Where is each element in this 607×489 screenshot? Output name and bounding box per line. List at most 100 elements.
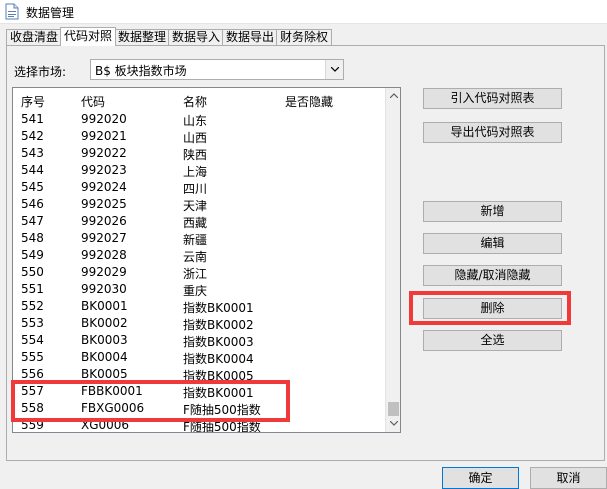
table-row[interactable]: 546 992025 天津 bbox=[13, 196, 385, 213]
market-select-value: B$ 板块指数市场 bbox=[95, 64, 187, 78]
cell-code: BK0005 bbox=[81, 367, 128, 381]
export-mapping-button[interactable]: 导出代码对照表 bbox=[423, 122, 562, 143]
cell-code: FBBK0001 bbox=[81, 384, 143, 398]
cell-name: 陕西 bbox=[183, 148, 208, 162]
cell-code: 992030 bbox=[81, 282, 127, 296]
table-row[interactable]: 541 992020 山东 bbox=[13, 111, 385, 128]
cell-code: 992021 bbox=[81, 129, 127, 143]
table-row[interactable]: 553 BK0002 指数BK0002 bbox=[13, 315, 385, 332]
cell-name: 新疆 bbox=[183, 233, 208, 247]
toggle-hide-button[interactable]: 隐藏/取消隐藏 bbox=[423, 265, 562, 286]
scroll-down-icon[interactable] bbox=[386, 416, 400, 432]
table-row[interactable]: 555 BK0004 指数BK0004 bbox=[13, 349, 385, 366]
table-row[interactable]: 550 992029 浙江 bbox=[13, 264, 385, 281]
scroll-up-icon[interactable] bbox=[386, 88, 400, 104]
import-mapping-button[interactable]: 引入代码对照表 bbox=[423, 88, 562, 109]
code-mapping-list[interactable]: 序号 代码 名称 是否隐藏 541 992020 山东 542 992021 山西 543 9… bbox=[12, 87, 401, 433]
cell-name: 西藏 bbox=[183, 216, 208, 230]
cell-code: 992027 bbox=[81, 231, 127, 245]
list-header: 序号 代码 名称 是否隐藏 bbox=[13, 88, 385, 110]
list-body: 541 992020 山东 542 992021 山西 543 992022 陕西 544 9920… bbox=[13, 111, 385, 432]
table-row[interactable]: 554 BK0003 指数BK0003 bbox=[13, 332, 385, 349]
cell-no: 548 bbox=[21, 231, 44, 245]
cell-code: FBXG0006 bbox=[81, 401, 145, 415]
cell-code: 992026 bbox=[81, 214, 127, 228]
table-row[interactable]: 552 BK0001 指数BK0001 bbox=[13, 298, 385, 315]
header-hidden[interactable]: 是否隐藏 bbox=[285, 93, 333, 110]
tab-code-mapping[interactable]: 代码对照 bbox=[60, 27, 117, 46]
cell-name: 指数BK0001 bbox=[183, 301, 254, 315]
cell-code: XG0006 bbox=[81, 418, 130, 432]
cell-code: 992028 bbox=[81, 248, 127, 262]
table-row[interactable]: 544 992023 上海 bbox=[13, 162, 385, 179]
cell-no: 542 bbox=[21, 129, 44, 143]
cell-name: 重庆 bbox=[183, 284, 208, 298]
tab-finance-exright[interactable]: 财务除权 bbox=[276, 29, 333, 46]
cell-no: 546 bbox=[21, 197, 44, 211]
tab-data-export[interactable]: 数据导出 bbox=[222, 29, 279, 46]
table-row[interactable]: 557 FBBK0001 指数BK0001 bbox=[13, 383, 385, 400]
header-name[interactable]: 名称 bbox=[183, 93, 207, 110]
cell-code: BK0001 bbox=[81, 299, 128, 313]
title-bar: 数据管理 bbox=[0, 0, 607, 24]
cell-no: 544 bbox=[21, 163, 44, 177]
market-select[interactable]: B$ 板块指数市场 bbox=[90, 59, 344, 80]
cell-name: 上海 bbox=[183, 165, 208, 179]
cell-no: 558 bbox=[21, 401, 44, 415]
cell-no: 559 bbox=[21, 418, 44, 432]
cell-name: 指数BK0003 bbox=[183, 335, 254, 349]
cell-no: 553 bbox=[21, 316, 44, 330]
cell-no: 552 bbox=[21, 299, 44, 313]
cell-code: 992020 bbox=[81, 112, 127, 126]
table-row[interactable]: 548 992027 新疆 bbox=[13, 230, 385, 247]
table-row[interactable]: 559 XG0006 F随抽500指数 bbox=[13, 417, 385, 432]
table-row[interactable]: 558 FBXG0006 F随抽500指数 bbox=[13, 400, 385, 417]
cell-code: 992025 bbox=[81, 197, 127, 211]
cell-name: 指数BK0004 bbox=[183, 352, 254, 366]
delete-button[interactable]: 删除 bbox=[423, 298, 562, 319]
market-label: 选择市场: bbox=[14, 65, 67, 79]
table-row[interactable]: 545 992024 四川 bbox=[13, 179, 385, 196]
table-row[interactable]: 551 992030 重庆 bbox=[13, 281, 385, 298]
document-icon bbox=[4, 3, 20, 20]
tab-data-import[interactable]: 数据导入 bbox=[168, 29, 225, 46]
tab-data-organize[interactable]: 数据整理 bbox=[114, 29, 171, 46]
scroll-thumb[interactable] bbox=[388, 402, 399, 416]
table-row[interactable]: 556 BK0005 指数BK0005 bbox=[13, 366, 385, 383]
table-row[interactable]: 547 992026 西藏 bbox=[13, 213, 385, 230]
cell-no: 557 bbox=[21, 384, 44, 398]
cell-code: 992029 bbox=[81, 265, 127, 279]
chevron-down-icon[interactable] bbox=[325, 60, 343, 79]
header-no[interactable]: 序号 bbox=[21, 93, 45, 110]
select-all-button[interactable]: 全选 bbox=[423, 330, 562, 351]
cell-name: 天津 bbox=[183, 199, 208, 213]
table-row[interactable]: 543 992022 陕西 bbox=[13, 145, 385, 162]
cell-code: BK0002 bbox=[81, 316, 128, 330]
cell-no: 551 bbox=[21, 282, 44, 296]
cell-name: 指数BK0002 bbox=[183, 318, 254, 332]
table-row[interactable]: 549 992028 云南 bbox=[13, 247, 385, 264]
cell-no: 541 bbox=[21, 112, 44, 126]
cell-no: 555 bbox=[21, 350, 44, 364]
cell-no: 550 bbox=[21, 265, 44, 279]
cell-name: 四川 bbox=[183, 182, 208, 196]
cell-code: 992023 bbox=[81, 163, 127, 177]
cell-name: 指数BK0005 bbox=[183, 369, 254, 383]
cell-no: 543 bbox=[21, 146, 44, 160]
cell-no: 545 bbox=[21, 180, 44, 194]
cell-code: BK0004 bbox=[81, 350, 128, 364]
cell-code: 992022 bbox=[81, 146, 127, 160]
table-row[interactable]: 542 992021 山西 bbox=[13, 128, 385, 145]
window-title: 数据管理 bbox=[26, 6, 75, 20]
cell-name: F随抽500指数 bbox=[183, 403, 261, 417]
header-code[interactable]: 代码 bbox=[81, 93, 105, 110]
cell-no: 547 bbox=[21, 214, 44, 228]
cell-name: 指数BK0001 bbox=[183, 386, 254, 400]
edit-button[interactable]: 编辑 bbox=[423, 233, 562, 254]
ok-button[interactable]: 确定 bbox=[442, 467, 519, 489]
tab-close-market[interactable]: 收盘清盘 bbox=[6, 29, 63, 46]
vertical-scrollbar[interactable] bbox=[385, 88, 400, 432]
cell-no: 554 bbox=[21, 333, 44, 347]
cancel-button[interactable]: 取消 bbox=[530, 467, 607, 489]
add-button[interactable]: 新增 bbox=[423, 201, 562, 222]
